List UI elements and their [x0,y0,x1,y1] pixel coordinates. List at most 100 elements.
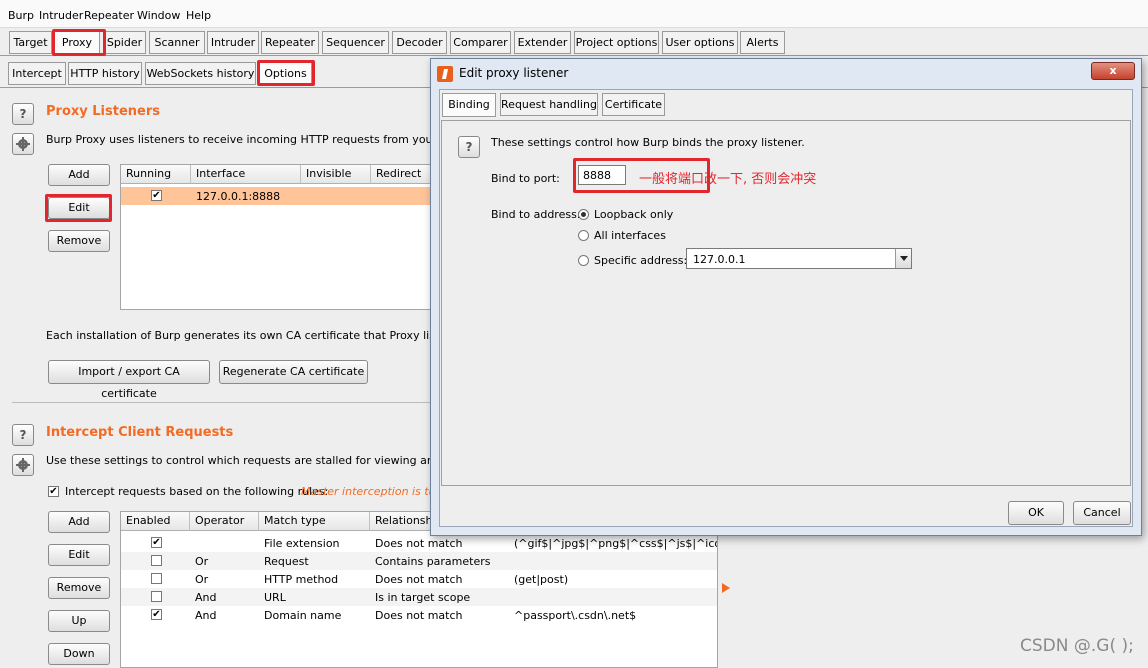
menu-intruder[interactable]: Intruder [39,9,83,22]
proxy-listeners-title: Proxy Listeners [46,104,160,119]
gear-icon[interactable] [12,133,34,155]
match-cell: URL [264,591,286,604]
operator-cell: Or [195,573,209,586]
ok-button[interactable]: OK [1008,501,1064,525]
chevron-down-icon[interactable] [895,249,911,268]
bind-port-input[interactable]: 8888 [578,165,626,185]
intercept-rules-checkbox[interactable]: ✔ [48,486,59,497]
section-divider [12,402,432,403]
match-cell: Request [264,555,309,568]
specific-address-select[interactable]: 127.0.0.1 [686,248,912,269]
menu-burp[interactable]: Burp [8,9,34,22]
col-enabled[interactable]: Enabled [121,512,190,531]
table-row[interactable]: Or HTTP method Does not match (get|post) [121,570,717,588]
enabled-checkbox[interactable] [151,573,162,584]
specific-address-radio[interactable] [578,255,589,266]
tab-spider[interactable]: Spider [103,31,146,54]
add-listener-button[interactable]: Add [48,164,110,186]
ca-info-text: Each installation of Burp generates its … [46,329,487,342]
move-up-button[interactable]: Up [48,610,110,632]
regenerate-ca-button[interactable]: Regenerate CA certificate [219,360,368,384]
help-icon[interactable]: ? [458,136,480,158]
loopback-radio[interactable] [578,209,589,220]
col-operator[interactable]: Operator [190,512,259,531]
relationship-cell: Does not match [375,609,463,622]
operator-cell: Or [195,555,209,568]
tab-binding[interactable]: Binding [442,93,496,117]
tab-extender[interactable]: Extender [514,31,571,54]
dialog-body: Binding Request handling Certificate ? T… [439,89,1133,527]
intercept-requests-title: Intercept Client Requests [46,425,234,440]
tab-user-options[interactable]: User options [662,31,738,54]
move-down-button[interactable]: Down [48,643,110,665]
enabled-checkbox[interactable]: ✔ [151,537,162,548]
table-row[interactable]: ✔ And Domain name Does not match ^passpo… [121,606,717,624]
subtab-options[interactable]: Options [259,62,312,86]
menu-window[interactable]: Window [137,9,180,22]
tab-intruder[interactable]: Intruder [207,31,259,54]
master-interception-note: Master interception is turn [301,485,448,498]
relationship-cell: Does not match [375,537,463,550]
close-icon[interactable]: x [1091,62,1135,80]
all-interfaces-radio[interactable] [578,230,589,241]
add-rule-button[interactable]: Add [48,511,110,533]
match-cell: HTTP method [264,573,339,586]
edit-listener-button[interactable]: Edit [48,197,110,219]
binding-panel: ? These settings control how Burp binds … [441,120,1131,486]
subtab-http-history[interactable]: HTTP history [68,62,142,85]
help-icon[interactable]: ? [12,424,34,446]
intercept-requests-desc: Use these settings to control which requ… [46,454,483,467]
help-icon[interactable]: ? [12,103,34,125]
tab-request-handling[interactable]: Request handling [500,93,598,116]
operator-cell: And [195,609,217,622]
expand-arrow-icon[interactable] [722,583,730,593]
burp-logo-icon [437,66,453,82]
bind-address-label: Bind to address: [491,208,581,221]
listeners-table: Running Interface Invisible Redirect ✔ 1… [120,164,440,310]
enabled-checkbox[interactable]: ✔ [151,609,162,620]
relationship-cell: Contains parameters [375,555,491,568]
tab-comparer[interactable]: Comparer [450,31,511,54]
tab-decoder[interactable]: Decoder [392,31,447,54]
subtab-intercept[interactable]: Intercept [8,62,66,85]
col-running[interactable]: Running [121,165,191,184]
col-match-type[interactable]: Match type [259,512,370,531]
tab-project-options[interactable]: Project options [574,31,659,54]
interface-cell: 127.0.0.1:8888 [196,190,281,203]
specific-address-label: Specific address: [594,254,688,267]
loopback-label: Loopback only [594,208,674,221]
gear-icon[interactable] [12,454,34,476]
remove-rule-button[interactable]: Remove [48,577,110,599]
table-row[interactable]: ✔ 127.0.0.1:8888 [121,187,439,205]
tab-alerts[interactable]: Alerts [740,31,785,54]
table-row[interactable]: Or Request Contains parameters [121,552,717,570]
subtab-websockets-history[interactable]: WebSockets history [145,62,256,85]
import-export-ca-button[interactable]: Import / export CA certificate [48,360,210,400]
tab-sequencer[interactable]: Sequencer [322,31,389,54]
burp-window: Burp Intruder Repeater Window Help Targe… [0,0,1148,668]
edit-rule-button[interactable]: Edit [48,544,110,566]
menu-help[interactable]: Help [186,9,211,22]
table-row[interactable]: And URL Is in target scope [121,588,717,606]
col-interface[interactable]: Interface [191,165,301,184]
proxy-listeners-desc: Burp Proxy uses listeners to receive inc… [46,133,481,146]
tab-repeater[interactable]: Repeater [261,31,319,54]
condition-cell: (get|post) [514,573,569,586]
enabled-checkbox[interactable] [151,555,162,566]
running-checkbox[interactable]: ✔ [151,190,162,201]
main-tab-bar: Target Proxy Spider Scanner Intruder Rep… [0,28,1148,56]
menu-repeater[interactable]: Repeater [84,9,134,22]
col-invisible[interactable]: Invisible [301,165,371,184]
annotation-text: 一般将端口改一下, 否则会冲突 [639,172,817,187]
relationship-cell: Is in target scope [375,591,471,604]
table-row[interactable]: ✔ File extension Does not match (^gif$|^… [121,534,717,552]
intercept-rules-label: Intercept requests based on the followin… [65,485,329,498]
tab-certificate[interactable]: Certificate [602,93,665,116]
tab-proxy[interactable]: Proxy [54,31,100,55]
tab-target[interactable]: Target [9,31,52,54]
bind-port-label: Bind to port: [491,172,560,185]
remove-listener-button[interactable]: Remove [48,230,110,252]
tab-scanner[interactable]: Scanner [149,31,205,54]
cancel-button[interactable]: Cancel [1073,501,1131,525]
enabled-checkbox[interactable] [151,591,162,602]
